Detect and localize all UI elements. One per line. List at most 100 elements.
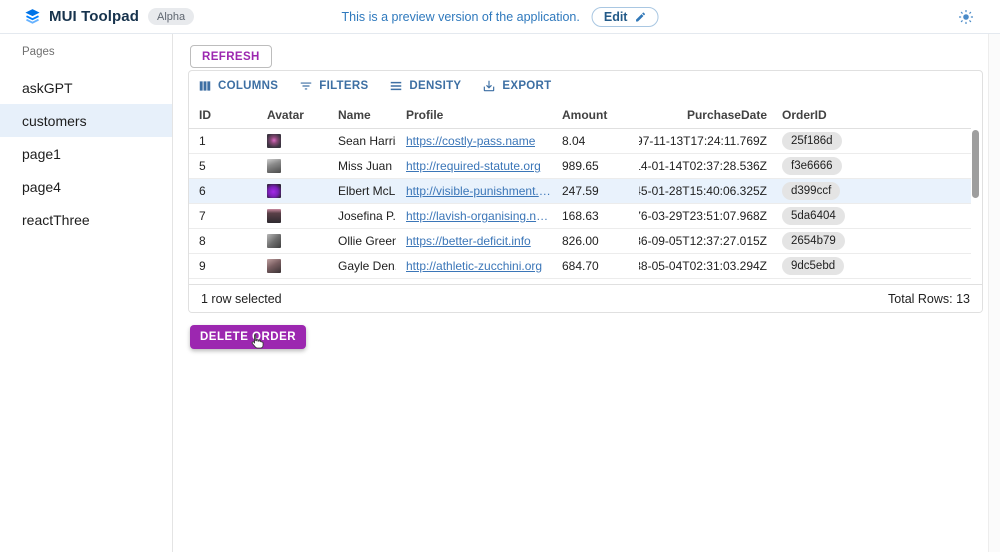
sidebar: Pages askGPT customers page1 page4 react… xyxy=(0,33,173,552)
toolpad-logo-icon xyxy=(24,8,41,25)
cell-amount: 8.04 xyxy=(552,134,639,148)
density-button-label: DENSITY xyxy=(409,80,461,92)
top-app-bar: MUI Toolpad Alpha This is a preview vers… xyxy=(0,0,1000,34)
cell-name: Elbert McL... xyxy=(328,184,396,198)
order-id-chip: 25f186d xyxy=(782,132,842,150)
pencil-icon xyxy=(634,11,646,23)
columns-button[interactable]: COLUMNS xyxy=(198,79,278,93)
grid-vertical-scrollbar[interactable] xyxy=(972,130,979,198)
filter-list-icon xyxy=(299,79,313,93)
sidebar-item-customers[interactable]: customers xyxy=(0,104,172,137)
column-header-id[interactable]: ID xyxy=(189,108,257,122)
column-header-amount[interactable]: Amount xyxy=(552,108,639,122)
edit-button[interactable]: Edit xyxy=(592,7,659,27)
columns-button-label: COLUMNS xyxy=(218,80,278,92)
total-rows: Total Rows: 13 xyxy=(888,292,970,306)
cell-name: Ollie Green... xyxy=(328,234,396,248)
profile-link[interactable]: http://required-statute.org xyxy=(406,159,541,173)
app-window: MUI Toolpad Alpha This is a preview vers… xyxy=(0,0,1000,552)
refresh-button[interactable]: REFRESH xyxy=(190,45,272,68)
column-header-profile[interactable]: Profile xyxy=(396,108,552,122)
filters-button[interactable]: FILTERS xyxy=(299,79,368,93)
cell-purchasedate: 1997-11-13T17:24:11.769Z xyxy=(639,134,772,148)
grid-rows-viewport: 1 Sean Harris https://costly-pass.name 8… xyxy=(189,129,982,288)
preview-banner-text: This is a preview version of the applica… xyxy=(342,10,580,24)
sidebar-item-label: page1 xyxy=(22,146,61,162)
order-id-chip: d399ccf xyxy=(782,182,840,200)
sidebar-item-label: reactThree xyxy=(22,212,90,228)
density-lines-icon xyxy=(389,79,403,93)
cell-name: Miss Juan ... xyxy=(328,159,396,173)
alpha-badge: Alpha xyxy=(148,8,194,25)
avatar xyxy=(267,209,281,223)
cell-amount: 989.65 xyxy=(552,159,639,173)
filters-button-label: FILTERS xyxy=(319,80,368,92)
edit-button-label: Edit xyxy=(604,10,628,24)
cell-id: 6 xyxy=(189,184,257,198)
column-header-name[interactable]: Name xyxy=(328,108,396,122)
app-title: MUI Toolpad xyxy=(49,8,139,25)
table-row[interactable]: 9 Gayle Den... http://athletic-zucchini.… xyxy=(189,254,971,279)
delete-order-button[interactable]: DELETE ORDER xyxy=(190,325,306,349)
order-id-chip: 2654b79 xyxy=(782,232,845,250)
table-row-selected[interactable]: 6 Elbert McL... http://visible-punishmen… xyxy=(189,179,971,204)
cell-amount: 247.59 xyxy=(552,184,639,198)
order-id-chip: f3e6666 xyxy=(782,157,842,175)
order-id-chip: 5da6404 xyxy=(782,207,845,225)
sidebar-item-page1[interactable]: page1 xyxy=(0,137,172,170)
page-scrollbar-track[interactable] xyxy=(988,0,1000,552)
cell-purchasedate: 2014-01-14T02:37:28.536Z xyxy=(639,159,772,173)
sidebar-item-page4[interactable]: page4 xyxy=(0,170,172,203)
avatar xyxy=(267,159,281,173)
download-icon xyxy=(482,79,496,93)
selection-count: 1 row selected xyxy=(201,292,282,306)
cell-id: 7 xyxy=(189,209,257,223)
export-button-label: EXPORT xyxy=(502,80,551,92)
table-row[interactable]: 8 Ollie Green... https://better-deficit.… xyxy=(189,229,971,254)
cell-name: Josefina P... xyxy=(328,209,396,223)
cell-purchasedate: 2086-09-05T12:37:27.015Z xyxy=(639,234,772,248)
table-row[interactable]: 7 Josefina P... http://lavish-organising… xyxy=(189,204,971,229)
grid-header-row: ID Avatar Name Profile Amount PurchaseDa… xyxy=(189,101,971,129)
grid-toolbar: COLUMNS FILTERS DENSITY EXPORT xyxy=(189,71,982,101)
avatar xyxy=(267,134,281,148)
cell-purchasedate: 2076-03-29T23:51:07.968Z xyxy=(639,209,772,223)
cell-amount: 168.63 xyxy=(552,209,639,223)
grid-footer: 1 row selected Total Rows: 13 xyxy=(189,284,982,312)
column-header-purchasedate[interactable]: PurchaseDate xyxy=(639,108,772,122)
profile-link[interactable]: https://better-deficit.info xyxy=(406,234,531,248)
sidebar-item-label: customers xyxy=(22,113,87,129)
cell-id: 9 xyxy=(189,259,257,273)
profile-link[interactable]: https://costly-pass.name xyxy=(406,134,535,148)
cell-amount: 684.70 xyxy=(552,259,639,273)
column-header-avatar[interactable]: Avatar xyxy=(257,108,328,122)
table-row[interactable]: 5 Miss Juan ... http://required-statute.… xyxy=(189,154,971,179)
avatar xyxy=(267,184,281,198)
cell-id: 1 xyxy=(189,134,257,148)
avatar xyxy=(267,259,281,273)
column-header-orderid[interactable]: OrderID xyxy=(772,108,971,122)
customers-data-grid: COLUMNS FILTERS DENSITY EXPORT xyxy=(188,70,983,313)
cell-purchasedate: 2088-05-04T02:31:03.294Z xyxy=(639,259,772,273)
sidebar-item-label: page4 xyxy=(22,179,61,195)
density-button[interactable]: DENSITY xyxy=(389,79,461,93)
avatar xyxy=(267,234,281,248)
sidebar-item-askgpt[interactable]: askGPT xyxy=(0,71,172,104)
sidebar-section-label: Pages xyxy=(22,46,172,58)
cell-name: Sean Harris xyxy=(328,134,396,148)
cell-id: 8 xyxy=(189,234,257,248)
sidebar-item-label: askGPT xyxy=(22,80,73,96)
profile-link[interactable]: http://athletic-zucchini.org xyxy=(406,259,542,273)
cell-name: Gayle Den... xyxy=(328,259,396,273)
cell-amount: 826.00 xyxy=(552,234,639,248)
order-id-chip: 9dc5ebd xyxy=(782,257,844,275)
view-columns-icon xyxy=(198,79,212,93)
cell-id: 5 xyxy=(189,159,257,173)
sun-icon[interactable] xyxy=(958,9,974,25)
table-row[interactable]: 1 Sean Harris https://costly-pass.name 8… xyxy=(189,129,971,154)
profile-link[interactable]: http://visible-punishment.net xyxy=(406,184,552,198)
cell-purchasedate: 2045-01-28T15:40:06.325Z xyxy=(639,184,772,198)
sidebar-item-reactthree[interactable]: reactThree xyxy=(0,203,172,236)
profile-link[interactable]: http://lavish-organising.name xyxy=(406,209,552,223)
export-button[interactable]: EXPORT xyxy=(482,79,551,93)
